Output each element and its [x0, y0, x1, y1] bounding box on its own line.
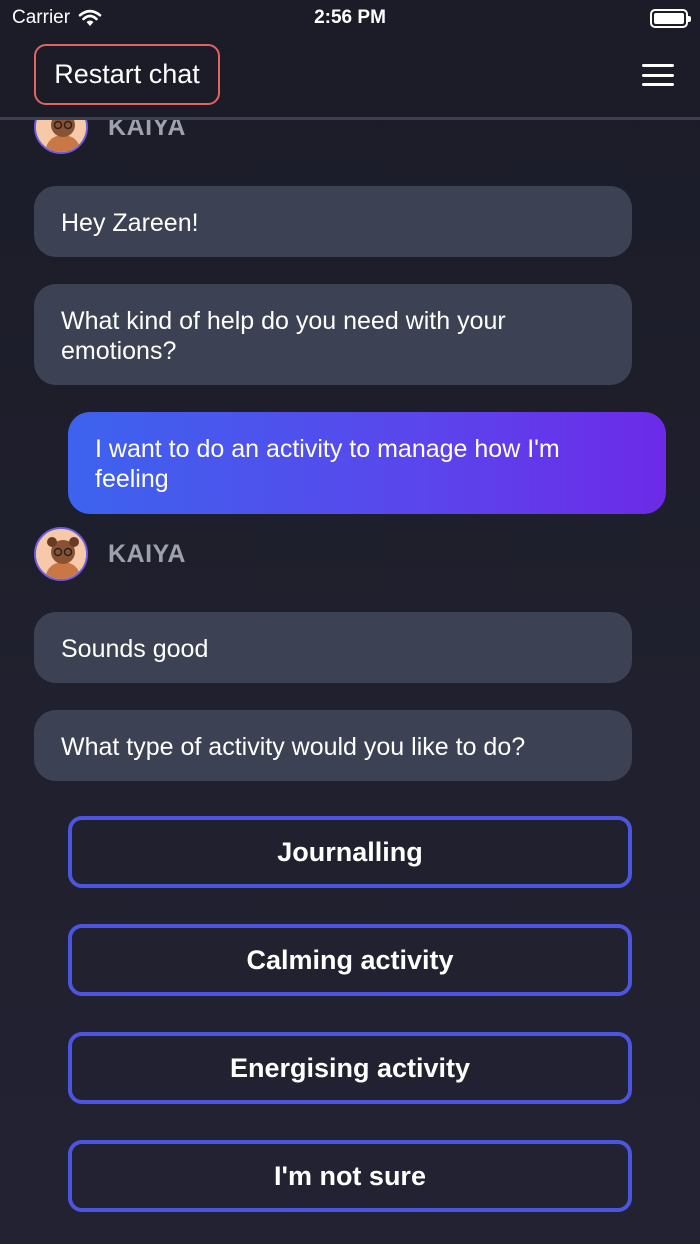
carrier-label: Carrier — [12, 7, 71, 28]
battery-icon — [650, 8, 691, 28]
sender-name: KAIYA — [108, 539, 186, 568]
app-header: Restart chat — [0, 36, 700, 120]
option-calming-activity-button[interactable]: Calming activity — [68, 924, 632, 996]
bot-message: What kind of help do you need with your … — [34, 284, 632, 385]
wifi-icon — [78, 9, 102, 26]
status-bar: Carrier 2:56 PM — [0, 0, 700, 36]
chat-area: KAIYA Hey Zareen! What kind of help do y… — [0, 0, 700, 1244]
bot-message: Hey Zareen! — [34, 186, 632, 257]
option-not-sure-button[interactable]: I'm not sure — [68, 1140, 632, 1212]
kaiya-avatar — [34, 527, 88, 581]
status-time: 2:56 PM — [314, 7, 386, 28]
restart-chat-button[interactable]: Restart chat — [34, 44, 220, 105]
option-energising-activity-button[interactable]: Energising activity — [68, 1032, 632, 1104]
hamburger-menu-icon[interactable] — [642, 64, 674, 86]
option-journalling-button[interactable]: Journalling — [68, 816, 632, 888]
bot-message: Sounds good — [34, 612, 632, 683]
bot-message: What type of activity would you like to … — [34, 710, 632, 781]
user-message: I want to do an activity to manage how I… — [68, 412, 666, 514]
sender-row: KAIYA — [34, 527, 186, 581]
